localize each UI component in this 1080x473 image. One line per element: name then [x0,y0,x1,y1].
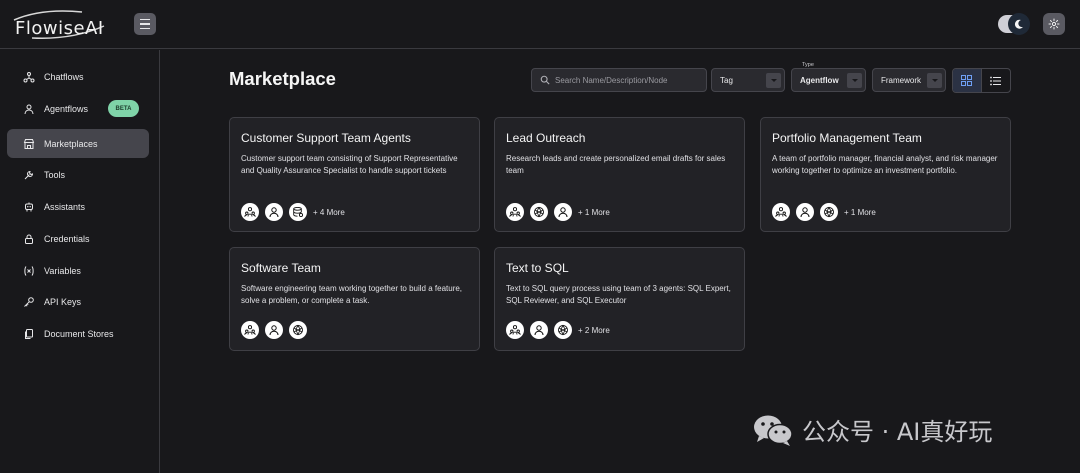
marketplace-icon [22,137,36,151]
tag-select-value: Tag [720,75,733,85]
card-description: Research leads and create personalized e… [506,154,726,175]
sidebar: Chatflows Agentflows BETA Marketplaces T… [0,50,160,473]
openai-icon [530,203,548,221]
sidebar-item-variables[interactable]: Variables [7,256,149,285]
worker-icon [554,203,572,221]
sidebar-item-label: API Keys [44,296,82,307]
openai-icon [820,203,838,221]
dark-mode-toggle[interactable] [998,13,1030,35]
sidebar-item-chatflows[interactable]: Chatflows [7,62,149,91]
marketplace-card[interactable]: Text to SQL Text to SQL query process us… [494,247,745,351]
chevron-down-icon [766,72,781,88]
watermark: 公众号 · AI真好玩 [752,412,992,447]
openai-icon [289,321,307,339]
settings-button[interactable] [1043,13,1065,35]
supervisor-icon [506,321,524,339]
card-title: Lead Outreach [506,131,586,145]
card-description: Software engineering team working togeth… [241,284,463,305]
sidebar-item-assistants[interactable]: Assistants [7,192,149,221]
framework-select-value: Framework [881,75,922,85]
sidebar-item-label: Assistants [44,201,86,212]
worker-icon [796,203,814,221]
key-icon [22,295,36,309]
card-description: A team of portfolio manager, financial a… [772,154,998,175]
card-description: Customer support team consisting of Supp… [241,154,458,175]
marketplace-card[interactable]: Portfolio Management Team A team of port… [760,117,1011,232]
tools-icon [22,168,36,182]
type-select-value: Agentflow [800,75,839,85]
sidebar-item-credentials[interactable]: Credentials [7,224,149,253]
marketplace-card[interactable]: Lead Outreach Research leads and create … [494,117,745,232]
card-description: Text to SQL query process using team of … [506,284,731,305]
chevron-down-icon [847,72,862,88]
search-icon [540,75,550,85]
more-count: + 1 More [844,207,876,217]
tag-select[interactable]: Tag [711,68,785,92]
sidebar-item-label: Agentflows [44,103,89,114]
supervisor-icon [772,203,790,221]
card-title: Portfolio Management Team [772,131,922,145]
sidebar-item-label: Variables [44,265,81,276]
openai-icon [554,321,572,339]
sidebar-item-label: Marketplaces [44,138,98,149]
variable-icon [22,264,36,278]
card-node-icons: + 2 More [506,321,610,339]
lock-icon [22,232,36,246]
card-node-icons: + 1 More [506,203,610,221]
sidebar-item-api-keys[interactable]: API Keys [7,287,149,316]
sidebar-item-label: Tools [44,169,66,180]
framework-select[interactable]: Framework [872,68,946,92]
page-title: Marketplace [229,68,336,89]
supervisor-icon [241,203,259,221]
worker-icon [265,203,283,221]
menu-toggle-button[interactable] [134,13,156,35]
chatflows-icon [22,70,36,84]
sidebar-item-label: Document Stores [44,328,114,339]
chevron-down-icon [927,72,942,88]
moon-icon [1008,13,1030,35]
watermark-text: 公众号 · AI真好玩 [802,418,993,446]
search-input[interactable] [555,75,705,85]
card-node-icons [241,321,313,339]
flowise-logo[interactable]: FlowiseAI [12,6,108,42]
search-box[interactable] [531,68,707,92]
worker-icon [265,321,283,339]
marketplace-card[interactable]: Customer Support Team Agents Customer su… [229,117,480,232]
card-title: Software Team [241,261,321,275]
logo-text: FlowiseAI [15,18,104,39]
grid-view-button[interactable] [953,69,982,92]
supervisor-icon [241,321,259,339]
list-view-button[interactable] [982,69,1010,92]
grid-icon [961,75,973,86]
assistants-icon [22,200,36,214]
card-node-icons: + 1 More [772,203,876,221]
sidebar-item-marketplaces[interactable]: Marketplaces [7,129,149,158]
sidebar-item-label: Chatflows [44,71,84,82]
sidebar-item-tools[interactable]: Tools [7,160,149,189]
type-select[interactable]: Agentflow [791,68,866,92]
sidebar-item-label: Credentials [44,233,90,244]
card-title: Customer Support Team Agents [241,131,411,145]
worker-icon [530,321,548,339]
hamburger-icon [140,17,150,31]
database-icon [289,203,307,221]
sidebar-item-document-stores[interactable]: Document Stores [7,319,149,348]
sidebar-item-agentflows[interactable]: Agentflows BETA [7,94,149,123]
top-header: FlowiseAI [0,0,1080,49]
document-stores-icon [22,327,36,341]
list-icon [990,76,1002,85]
type-select-label: Type [800,62,816,68]
marketplace-card[interactable]: Software Team Software engineering team … [229,247,480,351]
supervisor-icon [506,203,524,221]
gear-icon [1048,18,1060,30]
card-title: Text to SQL [506,261,569,275]
card-node-icons: + 4 More [241,203,345,221]
beta-badge: BETA [108,100,139,117]
view-toggle [952,68,1011,93]
more-count: + 4 More [313,207,345,217]
agentflows-icon [22,102,36,116]
more-count: + 1 More [578,207,610,217]
more-count: + 2 More [578,325,610,335]
wechat-icon [754,415,793,446]
